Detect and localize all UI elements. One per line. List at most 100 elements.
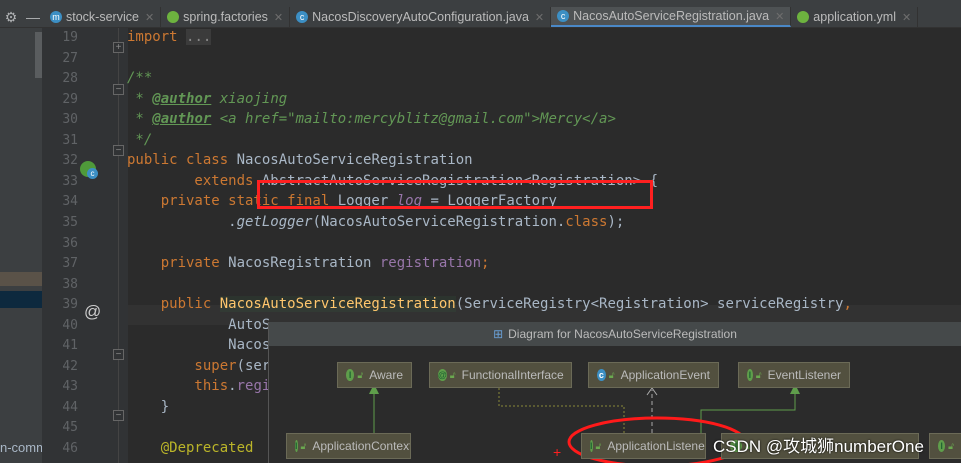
code-token: extends	[127, 172, 262, 189]
line-number: 33	[62, 173, 78, 189]
line-number: 36	[62, 235, 78, 251]
override-at-icon[interactable]: @	[84, 302, 101, 322]
diagram-node[interactable]: I 🔓︎ ApplicationListener	[581, 433, 706, 459]
diagram-node[interactable]: I 🔓︎ EventListener	[738, 362, 850, 388]
code-token: @Deprecated	[127, 440, 254, 456]
code-line[interactable]: public class NacosAutoServiceRegistratio…	[127, 152, 473, 168]
fold-collapse-icon[interactable]: −	[113, 84, 124, 95]
code-line[interactable]: * @author xiaojing	[127, 91, 287, 107]
public-lock-icon: 🔓︎	[755, 369, 762, 380]
node-label: FunctionalInterface	[461, 368, 564, 382]
code-line[interactable]: public NacosAutoServiceRegistration(Serv…	[127, 296, 852, 313]
tab-label: stock-service	[66, 10, 139, 24]
scrollbar[interactable]	[35, 32, 42, 78]
code-token: @author	[152, 90, 212, 107]
tab-nacosdiscoveryautoconfiguration-java[interactable]: c NacosDiscoveryAutoConfiguration.java ✕	[290, 7, 552, 27]
public-lock-icon: 🔓︎	[300, 440, 307, 451]
project-panel[interactable]: n-commc	[0, 0, 42, 463]
diagram-node[interactable]: I 🔓︎	[929, 433, 961, 459]
code-line[interactable]: */	[127, 132, 152, 148]
tab-application-yml[interactable]: application.yml ✕	[791, 7, 919, 27]
code-token: (ServiceRegistry<Registration> serviceRe…	[455, 296, 844, 313]
edge-annotation	[498, 388, 625, 433]
interface-icon: I	[747, 369, 753, 381]
code-token: *	[127, 111, 153, 128]
code-token: NacosRegistration	[228, 255, 380, 272]
line-number: 28	[62, 71, 78, 87]
node-label: Aware	[369, 368, 403, 382]
tab-spring-factories[interactable]: spring.factories ✕	[161, 7, 291, 27]
code-token: <a href="mailto:mercyblitz@gmail.com">Me…	[211, 111, 616, 128]
node-label: ApplicationListener	[607, 439, 706, 453]
code-line[interactable]: AutoS	[127, 317, 270, 333]
class-icon: c	[597, 369, 606, 381]
code-token: ;	[481, 255, 490, 272]
line-number: 31	[62, 132, 78, 148]
code-token: class	[565, 213, 608, 230]
annotation-icon: @	[438, 369, 447, 381]
diagram-node[interactable]: I 🔓︎ Aware	[337, 362, 412, 388]
fold-collapse-icon[interactable]: −	[113, 349, 124, 360]
fold-expand-icon[interactable]: +	[113, 42, 124, 53]
class-icon: c	[296, 11, 309, 23]
code-line[interactable]: private NacosRegistration registration;	[127, 255, 490, 272]
diagram-node[interactable]: c 🔓︎ ApplicationEvent	[588, 362, 719, 388]
line-number: 30	[62, 112, 78, 128]
code-token: private	[127, 255, 229, 272]
line-number: 45	[62, 420, 78, 436]
gear-icon[interactable]: ⚙	[0, 7, 22, 27]
node-label: ApplicationEvent	[620, 368, 710, 382]
diagram-node[interactable]: @ 🔓︎ FunctionalInterface	[429, 362, 572, 388]
code-token: xiaojing	[211, 90, 288, 107]
line-number: 44	[62, 399, 78, 415]
code-line[interactable]: this.regi	[127, 378, 270, 394]
code-token: Nacos	[127, 337, 271, 354]
code-token: registration	[379, 255, 482, 272]
close-icon[interactable]: ✕	[145, 11, 154, 24]
code-token: this	[127, 378, 229, 395]
close-icon[interactable]: ✕	[274, 11, 283, 24]
code-token: .	[228, 378, 237, 395]
code-line[interactable]: .getLogger(NacosAutoServiceRegistration.…	[127, 214, 624, 230]
code-line[interactable]: @Deprecated	[127, 440, 254, 456]
code-token: AutoS	[127, 316, 271, 333]
code-token: (NacosAutoServiceRegistration.	[312, 213, 566, 230]
line-number: 40	[62, 317, 78, 333]
close-icon[interactable]: ✕	[535, 11, 544, 24]
tab-nacosautoserviceregistration-java[interactable]: c NacosAutoServiceRegistration.java ✕	[551, 7, 792, 27]
tab-stock-service[interactable]: m stock-service ✕	[44, 7, 162, 27]
code-token: .	[127, 213, 237, 230]
line-number: 37	[62, 256, 78, 272]
close-icon[interactable]: ✕	[902, 11, 911, 24]
fold-collapse-icon[interactable]: −	[113, 410, 124, 421]
code-line[interactable]: super(ser	[127, 358, 270, 374]
code-token: *	[127, 90, 153, 107]
line-number: 46	[62, 441, 78, 456]
close-icon[interactable]: ✕	[775, 10, 784, 23]
code-token: regi	[236, 378, 271, 395]
tab-label: spring.factories	[183, 10, 268, 24]
tab-label: application.yml	[813, 10, 896, 24]
line-number: 38	[62, 276, 78, 292]
fold-collapse-icon[interactable]: −	[113, 145, 124, 156]
watermark: CSDN @攻城狮numberOne	[713, 437, 924, 456]
code-line[interactable]: Nacos	[127, 337, 270, 353]
code-token: NacosAutoServiceRegistration	[236, 152, 473, 169]
code-line[interactable]: /**	[127, 70, 152, 86]
diagram-node[interactable]: I🔓︎ ApplicationContextAware	[286, 433, 411, 459]
code-token: public	[127, 296, 220, 313]
line-number: 43	[62, 379, 78, 395]
code-token: );	[607, 213, 625, 230]
line-number: 35	[62, 214, 78, 230]
code-line[interactable]: import ...	[127, 29, 212, 45]
code-line[interactable]: * @author <a href="mailto:mercyblitz@gma…	[127, 111, 616, 128]
tree-row-highlight[interactable]	[0, 272, 42, 286]
tree-item[interactable]: n-commc	[0, 440, 42, 455]
code-token: ...	[186, 29, 212, 45]
line-number: 19	[62, 30, 78, 45]
code-line[interactable]: }	[127, 399, 169, 415]
implementation-gutter-icon[interactable]: c	[80, 161, 98, 179]
tab-list: m stock-service ✕ spring.factories ✕ c NacosDi…	[44, 7, 919, 27]
minimize-icon[interactable]: —	[22, 7, 44, 27]
tree-row-selected[interactable]	[0, 291, 42, 308]
